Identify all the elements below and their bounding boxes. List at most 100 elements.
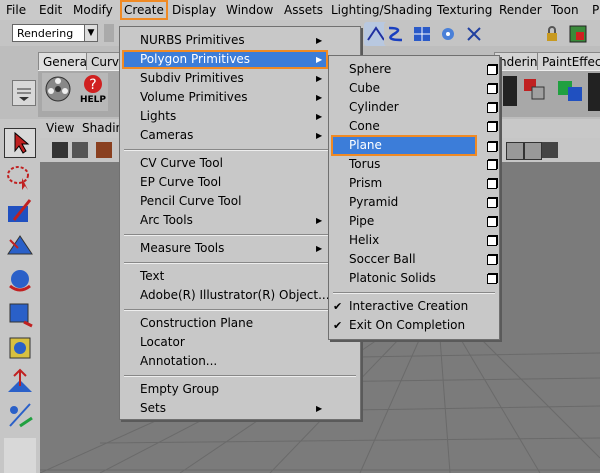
menu-item-illustrator-object[interactable]: Adobe(R) Illustrator(R) Object... (120, 286, 360, 305)
manipulator-tool-icon[interactable] (4, 332, 36, 362)
menu-item-platonic-solids[interactable]: Platonic Solids (329, 269, 499, 288)
film-reel-icon[interactable] (42, 73, 78, 111)
menu-item-sets[interactable]: Sets ▶ (120, 399, 360, 418)
submenu-arrow-icon: ▶ (316, 404, 323, 413)
menu-lighting-shading[interactable]: Lighting/Shading (331, 2, 432, 18)
mode-select-arrow-icon[interactable]: ▼ (84, 24, 98, 42)
render-settings-icon[interactable] (555, 73, 585, 111)
menu-item-cv-curve-tool[interactable]: CV Curve Tool (120, 154, 360, 173)
option-box-icon[interactable] (487, 142, 497, 152)
render-view-icon[interactable] (566, 22, 590, 46)
submenu-arrow-icon: ▶ (316, 244, 323, 253)
menu-toon[interactable]: Toon (551, 2, 579, 18)
menu-item-torus[interactable]: Torus (329, 155, 499, 174)
option-box-icon[interactable] (487, 84, 497, 94)
option-box-icon[interactable] (487, 217, 497, 227)
menu-item-lights[interactable]: Lights ▶ (120, 107, 360, 126)
submenu-arrow-icon: ▶ (316, 36, 323, 45)
select-tool-icon[interactable] (4, 128, 36, 158)
menu-item-subdiv-primitives[interactable]: Subdiv Primitives ▶ (120, 69, 360, 88)
help-icon[interactable]: ? HELP (78, 73, 108, 111)
menu-item-sphere[interactable]: Sphere (329, 60, 499, 79)
menu-item-annotation[interactable]: Annotation... (120, 352, 360, 371)
wireframe-icon[interactable] (524, 142, 542, 160)
menu-item-measure-tools[interactable]: Measure Tools ▶ (120, 239, 360, 258)
lasso-tool-icon[interactable] (4, 162, 36, 192)
menu-item-arc-tools[interactable]: Arc Tools ▶ (120, 211, 360, 230)
rotate-tool-icon[interactable] (4, 264, 36, 294)
frame-all-icon[interactable] (542, 142, 558, 158)
option-box-icon[interactable] (487, 103, 497, 113)
menu-item-soccer-ball[interactable]: Soccer Ball (329, 250, 499, 269)
menu-item-locator[interactable]: Locator (120, 333, 360, 352)
option-box-icon[interactable] (487, 255, 497, 265)
paint-select-icon[interactable] (4, 196, 36, 226)
snap-view-icon[interactable] (462, 22, 486, 46)
submenu-arrow-icon: ▶ (316, 112, 323, 121)
snap-point-icon[interactable] (436, 22, 460, 46)
lock-icon[interactable] (540, 22, 564, 46)
menu-item-interactive-creation[interactable]: ✔ Interactive Creation (329, 297, 499, 316)
option-box-icon[interactable] (487, 122, 497, 132)
menu-create[interactable]: Create (120, 0, 168, 20)
snap-curve-icon[interactable] (384, 22, 408, 46)
menu-assets[interactable]: Assets (284, 2, 323, 18)
shelf-menu-icon[interactable] (12, 80, 36, 106)
menu-edit[interactable]: Edit (39, 2, 62, 18)
bookmark-icon[interactable] (96, 142, 112, 158)
menu-item-ep-curve-tool[interactable]: EP Curve Tool (120, 173, 360, 192)
grid-toggle-icon[interactable] (506, 142, 524, 160)
menu-render[interactable]: Render (499, 2, 542, 18)
panel-menu-view[interactable]: View (46, 121, 74, 135)
menu-item-prism[interactable]: Prism (329, 174, 499, 193)
help-label: HELP (80, 95, 107, 105)
camera-icon[interactable] (52, 142, 68, 158)
menu-item-polygon-primitives[interactable]: Polygon Primitives ▶ (122, 50, 328, 69)
menu-item-pyramid[interactable]: Pyramid (329, 193, 499, 212)
show-manipulator-icon[interactable] (4, 400, 36, 430)
shelf-item-icon-2[interactable] (588, 73, 600, 111)
menu-item-plane[interactable]: Plane (331, 135, 477, 156)
menu-item-cylinder[interactable]: Cylinder (329, 98, 499, 117)
menu-separator (124, 375, 356, 377)
menu-item-cone[interactable]: Cone (329, 117, 499, 136)
menu-item-pencil-curve-tool[interactable]: Pencil Curve Tool (120, 192, 360, 211)
option-box-icon[interactable] (487, 236, 497, 246)
option-box-icon[interactable] (487, 160, 497, 170)
menu-item-cube[interactable]: Cube (329, 79, 499, 98)
menu-item-construction-plane[interactable]: Construction Plane (120, 314, 360, 333)
submenu-arrow-icon: ▶ (316, 55, 323, 64)
option-box-icon[interactable] (487, 198, 497, 208)
menu-display[interactable]: Display (172, 2, 216, 18)
menu-texturing[interactable]: Texturing (437, 2, 492, 18)
toolbar-separator (104, 24, 114, 42)
menu-file[interactable]: File (6, 2, 26, 18)
shelf-item-icon[interactable] (503, 76, 517, 106)
soft-mod-icon[interactable] (4, 366, 36, 396)
move-tool-icon[interactable] (4, 230, 36, 260)
menu-item-pipe[interactable]: Pipe (329, 212, 499, 231)
menu-modify[interactable]: Modify (73, 2, 113, 18)
menu-window[interactable]: Window (226, 2, 273, 18)
menu-item-cameras[interactable]: Cameras ▶ (120, 126, 360, 145)
film-icon[interactable] (72, 142, 88, 158)
scale-tool-icon[interactable] (4, 298, 36, 328)
menu-separator (124, 149, 356, 151)
panel-menu-shading[interactable]: Shadin (82, 121, 123, 135)
menu-item-volume-primitives[interactable]: Volume Primitives ▶ (120, 88, 360, 107)
option-box-icon[interactable] (487, 179, 497, 189)
menu-item-text[interactable]: Text (120, 267, 360, 286)
snap-grid-icon[interactable] (410, 22, 434, 46)
svg-text:?: ? (89, 77, 96, 93)
menu-item-nurbs-primitives[interactable]: NURBS Primitives ▶ (120, 31, 360, 50)
render-scene-icon[interactable] (520, 73, 550, 111)
option-box-icon[interactable] (487, 65, 497, 75)
shelf-tab-painteffects[interactable]: PaintEffects (537, 52, 600, 71)
submenu-arrow-icon: ▶ (316, 216, 323, 225)
option-box-icon[interactable] (487, 274, 497, 284)
menu-more[interactable]: P (592, 2, 599, 18)
menu-item-empty-group[interactable]: Empty Group (120, 380, 360, 399)
menu-item-helix[interactable]: Helix (329, 231, 499, 250)
menu-separator (124, 262, 356, 264)
menu-item-exit-on-completion[interactable]: ✔ Exit On Completion (329, 316, 499, 335)
